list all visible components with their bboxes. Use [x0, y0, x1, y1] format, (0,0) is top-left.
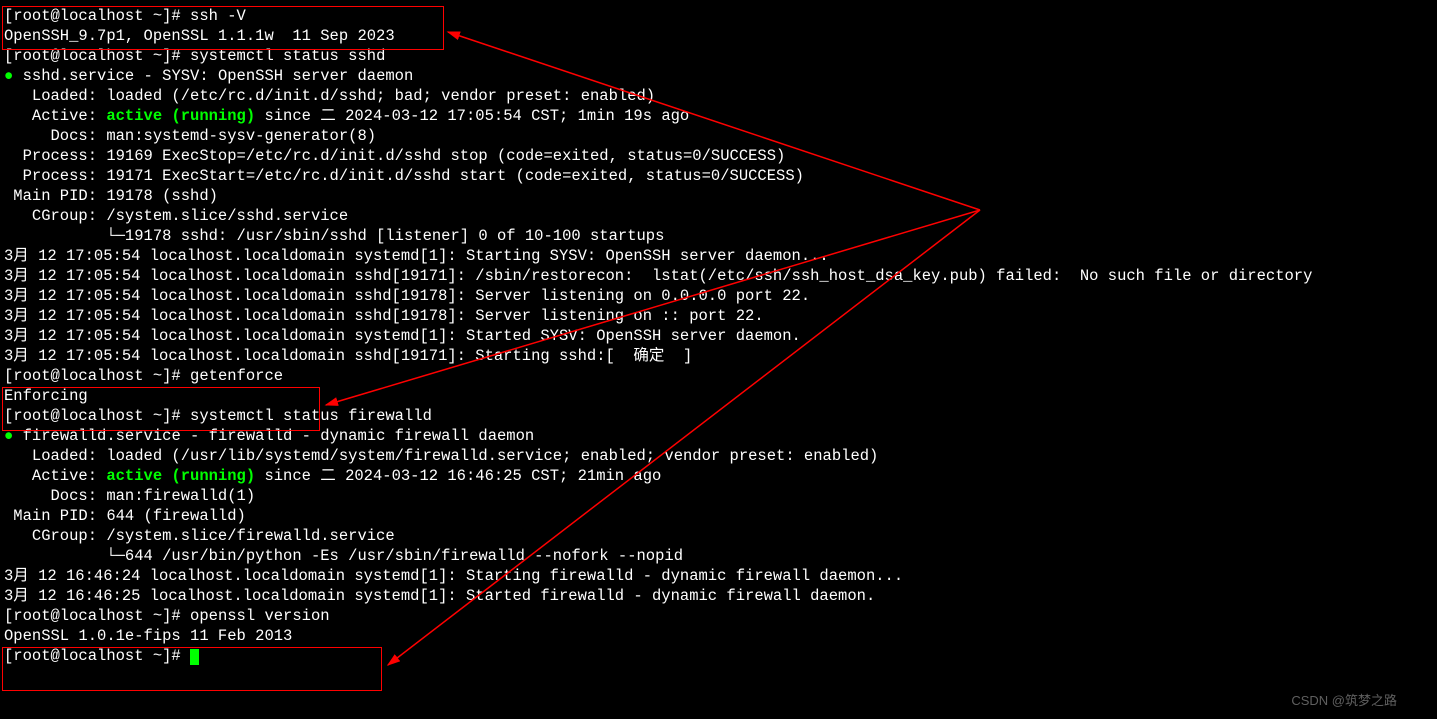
service-title: sshd.service - SYSV: OpenSSH server daem…: [13, 67, 413, 85]
terminal-line: Loaded: loaded (/usr/lib/systemd/system/…: [4, 446, 1433, 466]
terminal-line: ● sshd.service - SYSV: OpenSSH server da…: [4, 66, 1433, 86]
terminal-line: [root@localhost ~]# ssh -V: [4, 6, 1433, 26]
active-state: active (running): [106, 467, 255, 485]
terminal-line: Enforcing: [4, 386, 1433, 406]
shell-command: systemctl status firewalld: [181, 407, 432, 425]
terminal-line: Main PID: 19178 (sshd): [4, 186, 1433, 206]
shell-prompt: [root@localhost ~]#: [4, 367, 181, 385]
active-label: Active:: [4, 107, 106, 125]
terminal-line: Active: active (running) since 二 2024-03…: [4, 466, 1433, 486]
terminal-output[interactable]: [root@localhost ~]# ssh -VOpenSSH_9.7p1,…: [0, 0, 1437, 666]
terminal-line: Docs: man:firewalld(1): [4, 486, 1433, 506]
watermark: CSDN @筑梦之路: [1291, 691, 1397, 711]
active-since: since 二 2024-03-12 16:46:25 CST; 21min a…: [255, 467, 661, 485]
terminal-line: Process: 19171 ExecStart=/etc/rc.d/init.…: [4, 166, 1433, 186]
terminal-line: Docs: man:systemd-sysv-generator(8): [4, 126, 1433, 146]
terminal-line: 3月 12 17:05:54 localhost.localdomain ssh…: [4, 346, 1433, 366]
terminal-line: [root@localhost ~]#: [4, 646, 1433, 666]
shell-command: getenforce: [181, 367, 283, 385]
terminal-line: CGroup: /system.slice/firewalld.service: [4, 526, 1433, 546]
terminal-line: 3月 12 17:05:54 localhost.localdomain sys…: [4, 246, 1433, 266]
service-title: firewalld.service - firewalld - dynamic …: [13, 427, 534, 445]
shell-prompt: [root@localhost ~]#: [4, 647, 190, 665]
status-dot-icon: ●: [4, 67, 13, 85]
terminal-line: └─644 /usr/bin/python -Es /usr/sbin/fire…: [4, 546, 1433, 566]
terminal-line: 3月 12 17:05:54 localhost.localdomain ssh…: [4, 266, 1433, 286]
terminal-line: 3月 12 16:46:25 localhost.localdomain sys…: [4, 586, 1433, 606]
terminal-line: 3月 12 17:05:54 localhost.localdomain sys…: [4, 326, 1433, 346]
terminal-line: 3月 12 17:05:54 localhost.localdomain ssh…: [4, 306, 1433, 326]
terminal-line: 3月 12 16:46:24 localhost.localdomain sys…: [4, 566, 1433, 586]
terminal-line: [root@localhost ~]# getenforce: [4, 366, 1433, 386]
terminal-line: Main PID: 644 (firewalld): [4, 506, 1433, 526]
shell-prompt: [root@localhost ~]#: [4, 607, 181, 625]
terminal-line: [root@localhost ~]# systemctl status ssh…: [4, 46, 1433, 66]
terminal-line: OpenSSL 1.0.1e-fips 11 Feb 2013: [4, 626, 1433, 646]
terminal-line: OpenSSH_9.7p1, OpenSSL 1.1.1w 11 Sep 202…: [4, 26, 1433, 46]
shell-prompt: [root@localhost ~]#: [4, 7, 181, 25]
terminal-line: 3月 12 17:05:54 localhost.localdomain ssh…: [4, 286, 1433, 306]
terminal-line: CGroup: /system.slice/sshd.service: [4, 206, 1433, 226]
terminal-line: Active: active (running) since 二 2024-03…: [4, 106, 1433, 126]
terminal-line: Process: 19169 ExecStop=/etc/rc.d/init.d…: [4, 146, 1433, 166]
active-state: active (running): [106, 107, 255, 125]
shell-command: ssh -V: [181, 7, 246, 25]
shell-prompt: [root@localhost ~]#: [4, 407, 181, 425]
active-since: since 二 2024-03-12 17:05:54 CST; 1min 19…: [255, 107, 689, 125]
shell-prompt: [root@localhost ~]#: [4, 47, 181, 65]
cursor-icon: [190, 649, 199, 665]
terminal-line: [root@localhost ~]# openssl version: [4, 606, 1433, 626]
shell-command: systemctl status sshd: [181, 47, 386, 65]
active-label: Active:: [4, 467, 106, 485]
shell-command: openssl version: [181, 607, 330, 625]
terminal-line: ● firewalld.service - firewalld - dynami…: [4, 426, 1433, 446]
terminal-line: [root@localhost ~]# systemctl status fir…: [4, 406, 1433, 426]
status-dot-icon: ●: [4, 427, 13, 445]
terminal-line: Loaded: loaded (/etc/rc.d/init.d/sshd; b…: [4, 86, 1433, 106]
terminal-line: └─19178 sshd: /usr/sbin/sshd [listener] …: [4, 226, 1433, 246]
